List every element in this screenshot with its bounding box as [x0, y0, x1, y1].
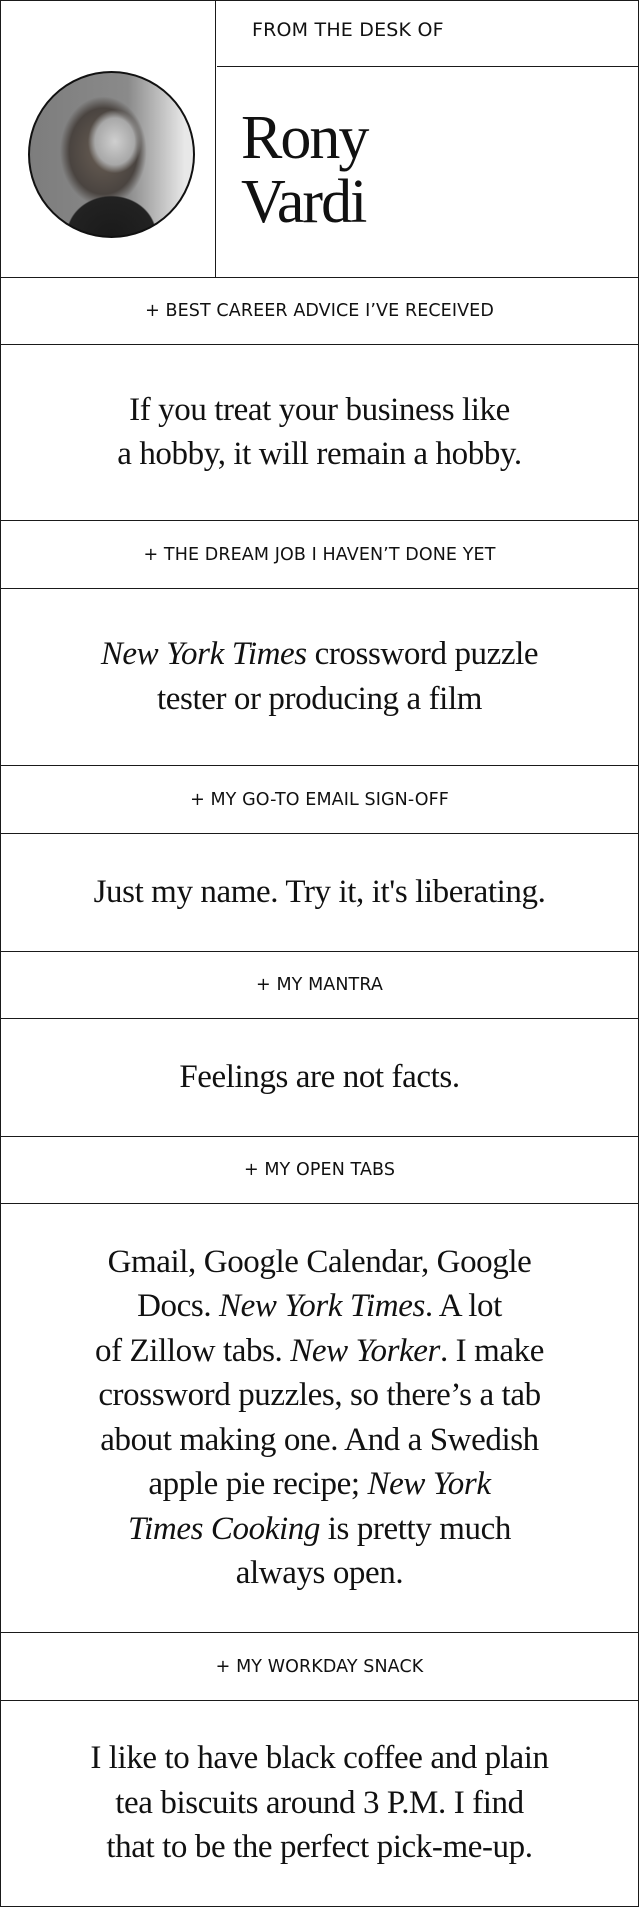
section-label-my-go-to-email-sign-off: + MY GO-TO EMAIL SIGN-OFF	[1, 766, 638, 834]
eyebrow-cell: FROM THE DESK OF	[217, 1, 638, 67]
answer-text: Feelings are not facts.	[179, 1055, 460, 1100]
section-label-best-career-advice-i-ve-received: + BEST CAREER ADVICE I’VE RECEIVED	[1, 277, 638, 345]
text-run: tea biscuits around 3 P.M. I find	[115, 1784, 524, 1821]
name-cell: Rony Vardi	[217, 68, 638, 277]
italic-title: New York Times	[219, 1288, 425, 1324]
italic-title: New York Times	[100, 636, 307, 672]
text-run: I like to have black coffee and plain	[90, 1740, 549, 1777]
eyebrow-label: FROM THE DESK OF	[252, 19, 444, 41]
text-run: tester or producing a film	[156, 680, 482, 717]
section-answer: Feelings are not facts.	[1, 1018, 638, 1137]
person-name: Rony Vardi	[241, 104, 369, 236]
text-run: Gmail, Google Calendar, Google	[107, 1243, 532, 1280]
section-label-my-open-tabs: + MY OPEN TABS	[1, 1137, 638, 1204]
header: FROM THE DESK OF Rony Vardi	[1, 1, 638, 278]
desk-card: FROM THE DESK OF Rony Vardi + BEST CAREE…	[0, 0, 639, 1907]
section-answer: If you treat your business like a hobby, …	[1, 344, 638, 521]
text-run: about making one. And a Swedish	[100, 1421, 539, 1458]
text-run: . A lot	[424, 1288, 502, 1324]
italic-title: New Yorker	[290, 1332, 440, 1369]
text-run: Feelings are not facts.	[179, 1058, 460, 1095]
answer-text: If you treat your business like a hobby, …	[117, 388, 522, 477]
text-run: Just my name. Try it, it's liberating.	[93, 873, 546, 910]
text-run: Docs.	[137, 1288, 220, 1324]
section-answer: Gmail, Google Calendar, Google Docs. New …	[1, 1203, 638, 1633]
first-name: Rony	[241, 104, 369, 172]
italic-title: New York	[367, 1466, 491, 1502]
text-run: always open.	[235, 1555, 404, 1591]
section-label-my-mantra: + MY MANTRA	[1, 952, 638, 1019]
answer-text: New York Times crossword puzzle tester or…	[100, 632, 539, 721]
text-run: is pretty much	[319, 1510, 512, 1547]
text-run: crossword puzzle	[306, 636, 539, 672]
text-run: that to be the perfect pick-me-up.	[106, 1829, 533, 1866]
text-run: If you treat your business like	[129, 391, 510, 428]
italic-title: Times Cooking	[128, 1510, 320, 1547]
answer-text: I like to have black coffee and plain tea…	[90, 1736, 549, 1870]
text-run: a hobby, it will remain a hobby.	[117, 436, 522, 472]
section-answer: Just my name. Try it, it's liberating.	[1, 833, 638, 952]
text-run: . I make	[439, 1332, 544, 1369]
last-name: Vardi	[241, 168, 367, 236]
section-answer: I like to have black coffee and plain tea…	[1, 1700, 638, 1906]
section-answer: New York Times crossword puzzle tester or…	[1, 588, 638, 766]
text-run: apple pie recipe;	[148, 1466, 368, 1502]
answer-text: Gmail, Google Calendar, Google Docs. New …	[95, 1240, 544, 1596]
text-run: of Zillow tabs.	[95, 1332, 291, 1369]
answer-text: Just my name. Try it, it's liberating.	[94, 870, 546, 915]
section-label-the-dream-job-i-haven-t-done-yet: + THE DREAM JOB I HAVEN’T DONE YET	[1, 521, 638, 589]
section-label-my-workday-snack: + MY WORKDAY SNACK	[1, 1633, 638, 1701]
avatar	[28, 71, 195, 238]
text-run: crossword puzzles, so there’s a tab	[98, 1377, 541, 1413]
photo-cell	[1, 1, 216, 277]
